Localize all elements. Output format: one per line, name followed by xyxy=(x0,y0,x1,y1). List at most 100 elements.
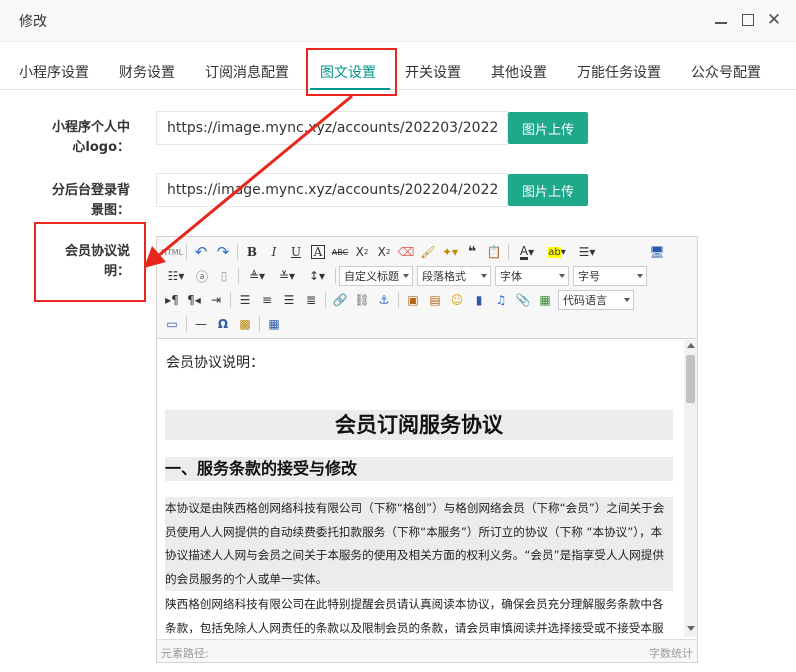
tab-universal-task[interactable]: 万能任务设置 xyxy=(577,62,661,82)
template-icon[interactable]: ▭ xyxy=(161,314,183,334)
emoticon-icon[interactable]: ☺ xyxy=(446,290,468,310)
ltr-icon[interactable]: ▸¶ xyxy=(161,290,183,310)
font-color-icon[interactable]: A ▾ xyxy=(512,242,542,262)
logo-url-input[interactable] xyxy=(156,111,508,145)
superscript-icon[interactable]: X2 xyxy=(351,242,373,262)
content-paragraph-1: 本协议是由陕西格创网络科技有限公司（下称“格创”）与格创网络会员（下称“会员”）… xyxy=(165,497,673,591)
link-icon[interactable]: 🔗 xyxy=(329,290,351,310)
italic-icon[interactable]: I xyxy=(263,242,285,262)
source-code-label: HTML xyxy=(160,247,184,257)
unlink-icon[interactable]: ⛓ xyxy=(351,290,373,310)
toolbar-row-4: ▭ — Ω ▩ ▦ xyxy=(161,313,285,335)
multi-image-icon[interactable]: ▤ xyxy=(424,290,446,310)
image-icon[interactable]: ▣ xyxy=(402,290,424,310)
align-left-icon[interactable]: ☰ xyxy=(234,290,256,310)
align-justify-icon[interactable]: ≣ xyxy=(300,290,322,310)
blank-page-icon[interactable]: ▯ xyxy=(213,266,235,286)
align-center-icon[interactable]: ≡ xyxy=(256,290,278,310)
tab-other[interactable]: 其他设置 xyxy=(491,62,547,82)
element-path: 元素路径: xyxy=(161,647,209,660)
tab-miniprogram[interactable]: 小程序设置 xyxy=(19,62,89,82)
bg-upload-button[interactable]: 图片上传 xyxy=(508,174,588,206)
bg-label-line2: 景图： xyxy=(90,203,130,218)
paste-plain-icon[interactable]: 📋 xyxy=(483,242,505,262)
tab-finance[interactable]: 财务设置 xyxy=(119,62,175,82)
anchor-icon[interactable]: ⚓ xyxy=(373,290,395,310)
fullscreen-icon[interactable]: 🖥 xyxy=(646,242,668,262)
editor-scrollbar[interactable] xyxy=(684,340,697,637)
date-icon[interactable]: ▩ xyxy=(234,314,256,334)
scroll-thumb[interactable] xyxy=(686,355,695,403)
word-count: 字数统计 xyxy=(649,647,693,660)
code-language-select[interactable]: 代码语言 xyxy=(558,290,634,310)
paragraph-spacing-bottom-icon[interactable]: ≚▾ xyxy=(272,266,302,286)
bg-label: 分后台登录背 景图： xyxy=(20,181,130,221)
close-icon[interactable]: ✕ xyxy=(766,10,782,30)
tab-official-account[interactable]: 公众号配置 xyxy=(691,62,761,82)
underline-icon[interactable]: U xyxy=(285,242,307,262)
content-heading: 一、服务条款的接受与修改 xyxy=(165,457,673,481)
content-intro: 会员协议说明： xyxy=(166,355,264,371)
toolbar-row-1: HTML ↶ ↷ B I U A ABC X2 X2 ⌫ 🖌 ✦▾ ❝ 📋 A ▾… xyxy=(161,241,668,263)
content-paragraph-2: 陕西格创网络科技有限公司在此特别提醒会员请认真阅读本协议，确保会员充分理解服务条… xyxy=(165,597,664,635)
editor-statusbar: 元素路径: 字数统计 xyxy=(157,639,697,662)
scroll-down-icon[interactable] xyxy=(687,626,695,631)
editor-toolbar: HTML ↶ ↷ B I U A ABC X2 X2 ⌫ 🖌 ✦▾ ❝ 📋 A ▾… xyxy=(157,237,697,339)
bg-url-input[interactable] xyxy=(156,173,508,207)
font-family-value: 字体 xyxy=(500,270,522,283)
strikethrough-icon[interactable]: ABC xyxy=(329,242,351,262)
paragraph-spacing-top-icon[interactable]: ≜▾ xyxy=(242,266,272,286)
attachment-icon[interactable]: 📎 xyxy=(512,290,534,310)
logo-label-line1: 小程序个人中 xyxy=(51,120,130,135)
table-icon[interactable]: ▦ xyxy=(263,314,285,334)
tab-switches[interactable]: 开关设置 xyxy=(405,62,461,82)
horizontal-rule-icon[interactable]: — xyxy=(190,314,212,334)
indent-icon[interactable]: ⇥ xyxy=(205,290,227,310)
annotation-box-tab xyxy=(306,48,397,96)
code-language-value: 代码语言 xyxy=(563,294,607,307)
scroll-up-icon[interactable] xyxy=(687,343,695,348)
maximize-icon[interactable] xyxy=(740,12,756,28)
eraser-icon[interactable]: ⌫ xyxy=(395,242,417,262)
source-code-button[interactable]: HTML xyxy=(161,242,183,262)
directionality-icon[interactable]: ⓐ xyxy=(191,266,213,286)
undo-icon[interactable]: ↶ xyxy=(190,242,212,262)
format-brush-icon[interactable]: 🖌 xyxy=(417,242,439,262)
window-title: 修改 xyxy=(19,14,47,30)
font-size-select[interactable]: 字号 xyxy=(573,266,647,286)
custom-title-value: 自定义标题 xyxy=(344,270,399,283)
toolbar-row-3: ▸¶ ¶◂ ⇥ ☰ ≡ ☰ ≣ 🔗 ⛓ ⚓ ▣ ▤ ☺ ▮ ♫ 📎 ▦ 代码语言 xyxy=(161,289,638,311)
logo-label: 小程序个人中 心logo： xyxy=(20,118,130,158)
subscript-icon[interactable]: X2 xyxy=(373,242,395,262)
music-icon[interactable]: ♫ xyxy=(490,290,512,310)
toolbar-row-2: ☷▾ ⓐ ▯ ≜▾ ≚▾ ↕▾ 自定义标题 段落格式 字体 字号 xyxy=(161,265,651,287)
unordered-list-icon[interactable]: ☷▾ xyxy=(161,266,191,286)
paragraph-format-value: 段落格式 xyxy=(422,270,466,283)
blockquote-icon[interactable]: ❝ xyxy=(461,242,483,262)
rtl-icon[interactable]: ¶◂ xyxy=(183,290,205,310)
custom-title-select[interactable]: 自定义标题 xyxy=(339,266,413,286)
rich-text-editor[interactable]: HTML ↶ ↷ B I U A ABC X2 X2 ⌫ 🖌 ✦▾ ❝ 📋 A ▾… xyxy=(156,236,698,663)
bg-label-line1: 分后台登录背 xyxy=(51,183,130,198)
annotation-box-label xyxy=(34,222,146,302)
settings-tabs: 小程序设置 财务设置 订阅消息配置 图文设置 开关设置 其他设置 万能任务设置 … xyxy=(0,42,796,90)
paragraph-format-select[interactable]: 段落格式 xyxy=(417,266,491,286)
font-family-select[interactable]: 字体 xyxy=(495,266,569,286)
special-char-icon[interactable]: Ω xyxy=(212,314,234,334)
editor-content[interactable]: 会员协议说明： 会员订阅服务协议 一、服务条款的接受与修改 本协议是由陕西格创网… xyxy=(157,340,685,638)
minimize-icon[interactable] xyxy=(713,12,729,28)
redo-icon[interactable]: ↷ xyxy=(212,242,234,262)
logo-label-line2: 心logo： xyxy=(72,140,130,155)
bold-icon[interactable]: B xyxy=(241,242,263,262)
auto-format-icon[interactable]: ✦▾ xyxy=(439,242,461,262)
video-icon[interactable]: ▮ xyxy=(468,290,490,310)
align-right-icon[interactable]: ☰ xyxy=(278,290,300,310)
font-border-icon[interactable]: A xyxy=(307,242,329,262)
line-height-icon[interactable]: ↕▾ xyxy=(302,266,332,286)
font-size-value: 字号 xyxy=(578,270,600,283)
tab-subscription-message[interactable]: 订阅消息配置 xyxy=(205,62,289,82)
ordered-list-icon[interactable]: ☰▾ xyxy=(572,242,602,262)
logo-upload-button[interactable]: 图片上传 xyxy=(508,112,588,144)
map-icon[interactable]: ▦ xyxy=(534,290,556,310)
highlight-color-icon[interactable]: ab ▾ xyxy=(542,242,572,262)
